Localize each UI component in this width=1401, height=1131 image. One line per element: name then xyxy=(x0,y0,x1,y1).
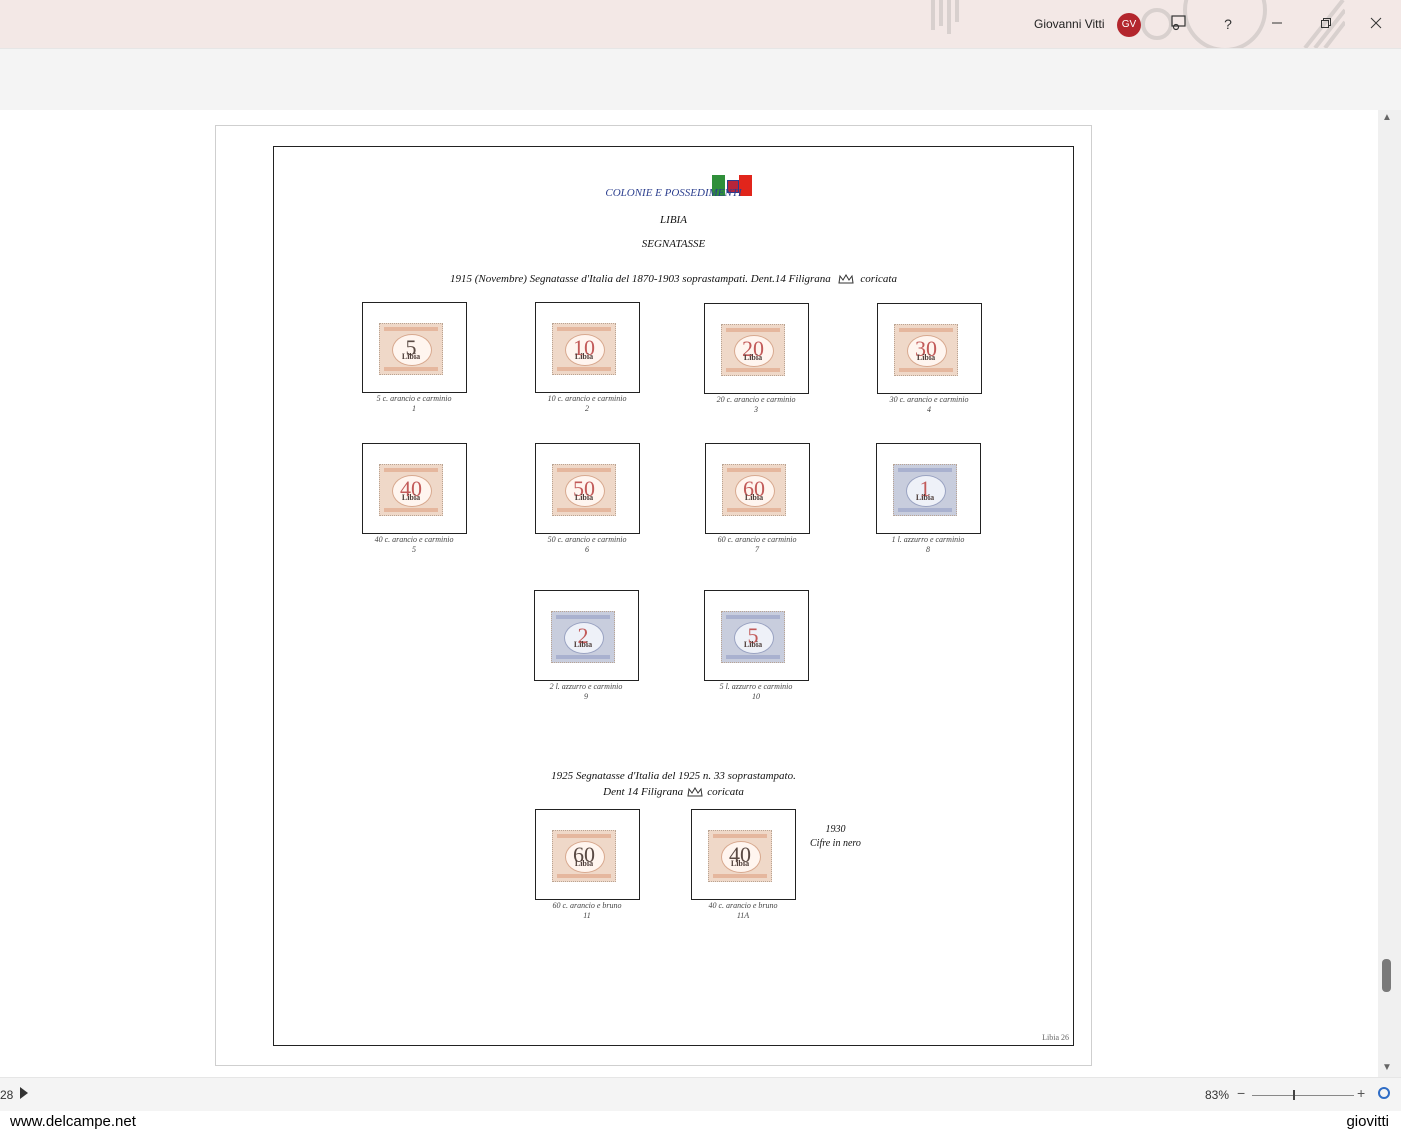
stamp-overprint: Libia xyxy=(401,352,421,361)
stamp-caption: 40 c. arancio e carminio 5 xyxy=(374,535,454,554)
stamp-overprint: Libia xyxy=(915,493,935,502)
fit-to-window-icon[interactable] xyxy=(1378,1087,1390,1099)
stamp-mount: 30 Libia xyxy=(877,303,982,394)
note-1930: 1930 Cifre in nero xyxy=(810,823,861,851)
crown-watermark-icon xyxy=(837,274,854,284)
stamp-caption: 20 c. arancio e carminio 3 xyxy=(716,395,796,414)
scrollbar-thumb[interactable] xyxy=(1382,959,1391,992)
stamp-mount: 5 Libia xyxy=(704,590,809,681)
close-icon[interactable] xyxy=(1366,14,1386,34)
heading-1925: 1925 Segnatasse d'Italia del 1925 n. 33 … xyxy=(274,768,1073,800)
heading-1915-text: 1915 (Novembre) Segnatasse d'Italia del … xyxy=(450,273,831,285)
stamp-mount: 60 Libia xyxy=(705,443,810,534)
title-bar: Giovanni Vitti GV ? xyxy=(0,0,1401,48)
vertical-scrollbar[interactable] xyxy=(1378,110,1401,1077)
user-name[interactable]: Giovanni Vitti xyxy=(1034,17,1104,31)
stamp-image: 40 Libia xyxy=(379,464,443,516)
help-icon[interactable]: ? xyxy=(1218,14,1238,34)
minimize-icon[interactable] xyxy=(1267,14,1287,34)
title-colonies: COLONIE E POSSEDIMENTI xyxy=(605,187,742,199)
feedback-icon[interactable] xyxy=(1169,14,1189,34)
stamp-image: 40 Libia xyxy=(708,830,772,882)
stamp-image: 1 Libia xyxy=(893,464,957,516)
heading-1915: 1915 (Novembre) Segnatasse d'Italia del … xyxy=(274,273,1073,285)
stamp-caption: 2 l. azzurro e carminio 9 xyxy=(549,682,623,701)
stamp-mount: 50 Libia xyxy=(535,443,640,534)
stamp-caption: 50 c. arancio e carminio 6 xyxy=(547,535,627,554)
scroll-up-icon[interactable]: ▲ xyxy=(1382,112,1392,123)
page-number: 28 xyxy=(0,1088,14,1102)
stamp-caption: 10 c. arancio e carminio 2 xyxy=(547,394,627,413)
document-page: COLONIE E POSSEDIMENTI LIBIA SEGNATASSE … xyxy=(215,125,1092,1066)
heading-1925-line2: Dent 14 Filigrana xyxy=(603,786,684,798)
stamp-mount: 40 Libia xyxy=(691,809,796,900)
stamp-mount: 5 Libia xyxy=(362,302,467,393)
stamp-mount: 2 Libia xyxy=(534,590,639,681)
stamp-image: 10 Libia xyxy=(552,323,616,375)
stamp-image: 5 Libia xyxy=(721,611,785,663)
stamp-image: 2 Libia xyxy=(551,611,615,663)
heading-1925-suffix: coricata xyxy=(707,786,744,798)
heading-1925-line1: 1925 Segnatasse d'Italia del 1925 n. 33 … xyxy=(551,770,796,782)
stamp-overprint: Libia xyxy=(574,493,594,502)
stamp-caption: 60 c. arancio e carminio 7 xyxy=(717,535,797,554)
stamp-mount: 1 Libia xyxy=(876,443,981,534)
stamp-caption: 5 c. arancio e carminio 1 xyxy=(376,394,452,413)
stamp-caption: 5 l. azzurro e carminio 10 xyxy=(719,682,793,701)
stamp-image: 60 Libia xyxy=(722,464,786,516)
stamp-caption: 1 l. azzurro e carminio 8 xyxy=(891,535,965,554)
user-avatar[interactable]: GV xyxy=(1117,13,1141,37)
zoom-level[interactable]: 83% xyxy=(1205,1088,1229,1102)
stamp-overprint: Libia xyxy=(730,859,750,868)
title-section: SEGNATASSE xyxy=(641,238,706,250)
stamp-mount: 40 Libia xyxy=(362,443,467,534)
scroll-down-icon[interactable]: ▼ xyxy=(1382,1062,1392,1073)
stamp-overprint: Libia xyxy=(744,493,764,502)
heading-1915-suffix: coricata xyxy=(860,273,897,285)
watermark-bar: www.delcampe.net giovitti xyxy=(0,1111,1401,1131)
zoom-slider-thumb[interactable] xyxy=(1293,1090,1295,1100)
stamp-image: 30 Libia xyxy=(894,324,958,376)
ribbon-toolbar xyxy=(0,48,1401,111)
page-label: Libia 26 xyxy=(1042,1033,1069,1042)
stamp-overprint: Libia xyxy=(574,859,594,868)
restore-icon[interactable] xyxy=(1316,14,1336,34)
stamp-image: 60 Libia xyxy=(552,830,616,882)
zoom-in-button[interactable]: + xyxy=(1357,1085,1365,1101)
stamp-overprint: Libia xyxy=(916,353,936,362)
stamp-mount: 10 Libia xyxy=(535,302,640,393)
watermark-site: www.delcampe.net xyxy=(10,1113,136,1130)
note-year: 1930 xyxy=(825,824,846,835)
stamp-caption: 40 c. arancio e bruno 11A xyxy=(708,901,778,920)
stamp-mount: 20 Libia xyxy=(704,303,809,394)
crown-watermark-icon xyxy=(687,787,703,797)
title-country: LIBIA xyxy=(660,214,687,226)
stamp-overprint: Libia xyxy=(401,493,421,502)
stamp-overprint: Libia xyxy=(574,352,594,361)
note-text: Cifre in nero xyxy=(810,838,861,849)
stamp-caption: 60 c. arancio e bruno 11 xyxy=(552,901,622,920)
status-bar: 28 83% − + xyxy=(0,1077,1401,1112)
stamp-caption: 30 c. arancio e carminio 4 xyxy=(889,395,969,414)
stamp-overprint: Libia xyxy=(743,353,763,362)
stamp-mount: 60 Libia xyxy=(535,809,640,900)
album-page-frame: COLONIE E POSSEDIMENTI LIBIA SEGNATASSE … xyxy=(273,146,1074,1046)
stamp-overprint: Libia xyxy=(573,640,593,649)
next-page-icon[interactable] xyxy=(20,1087,28,1099)
stamp-image: 20 Libia xyxy=(721,324,785,376)
stamp-image: 50 Libia xyxy=(552,464,616,516)
watermark-user: giovitti xyxy=(1346,1113,1389,1130)
stamp-image: 5 Libia xyxy=(379,323,443,375)
stamp-overprint: Libia xyxy=(743,640,763,649)
zoom-out-button[interactable]: − xyxy=(1237,1085,1245,1101)
zoom-slider[interactable] xyxy=(1252,1095,1354,1096)
